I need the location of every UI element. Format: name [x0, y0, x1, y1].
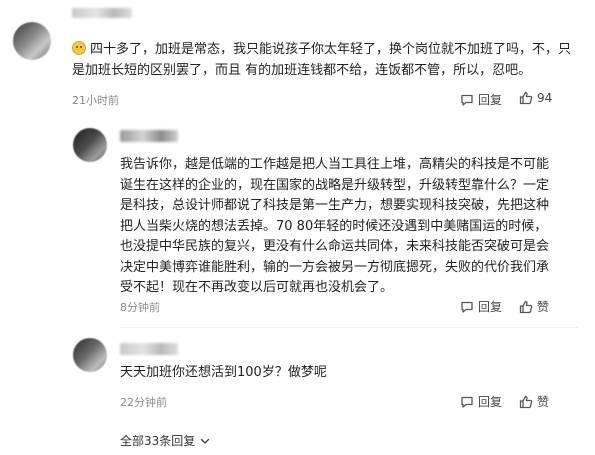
chevron-down-icon	[201, 438, 210, 444]
thumbs-up-icon	[519, 300, 533, 313]
divider	[120, 327, 578, 328]
reply-button[interactable]: 回复	[460, 393, 502, 410]
emoji-icon	[72, 41, 86, 55]
comment-time: 21小时前	[72, 94, 119, 107]
reply-icon	[461, 94, 473, 106]
comment-text: 四十多了，加班是常态，我只能说孩子你太年轻了，换个岗位就不加班了吗，不，只是加班…	[72, 41, 572, 78]
avatar[interactable]	[73, 338, 107, 372]
comment-thread: 四十多了，加班是常态，我只能说孩子你太年轻了，换个岗位就不加班了吗，不，只是加班…	[0, 0, 595, 455]
reply-button[interactable]: 回复	[460, 298, 502, 315]
reply-button[interactable]: 回复	[460, 91, 502, 108]
comment-text: 天天加班你还想活到100岁？做梦呢	[120, 365, 327, 380]
comment-time: 22分钟前	[120, 396, 167, 409]
reply-icon	[461, 396, 473, 408]
username[interactable]	[120, 343, 178, 355]
comment-time: 8分钟前	[120, 301, 160, 314]
username[interactable]	[120, 130, 178, 142]
all-replies-button[interactable]: 全部33条回复	[120, 432, 211, 449]
like-button[interactable]: 赞	[519, 393, 549, 410]
avatar[interactable]	[73, 128, 107, 162]
thumbs-up-icon	[519, 91, 533, 105]
reply-icon	[461, 301, 473, 313]
like-button[interactable]: 赞	[519, 298, 549, 315]
username[interactable]	[72, 8, 132, 18]
like-button[interactable]: 94	[519, 91, 552, 105]
thumbs-up-icon	[519, 395, 533, 408]
comment-text: 我告诉你，越是低端的工作越是把人当工具往上堆，高精尖的科技是不可能诞生在这样的企…	[120, 157, 550, 295]
avatar[interactable]	[13, 22, 51, 60]
